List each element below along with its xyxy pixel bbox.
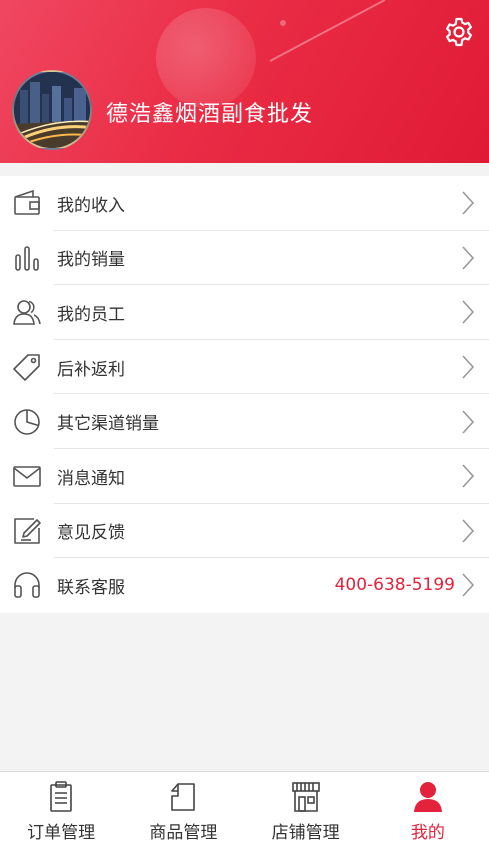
chevron-right-icon — [462, 410, 475, 434]
menu-item-feedback[interactable]: 意见反馈 — [0, 504, 489, 559]
pie-chart-icon — [14, 408, 40, 435]
header-decoration-circle — [156, 8, 256, 108]
city-night-avatar-image — [14, 72, 90, 148]
nav-label: 订单管理 — [27, 823, 96, 843]
menu-label: 联系客服 — [57, 577, 125, 598]
wallet-icon — [14, 190, 40, 216]
header-decoration-line — [269, 0, 386, 62]
avatar[interactable] — [12, 70, 92, 150]
menu-label: 我的销量 — [57, 250, 125, 271]
nav-label: 我的 — [410, 823, 445, 843]
user-icon — [413, 782, 442, 812]
headset-icon — [14, 572, 40, 599]
header-decoration-dot — [280, 20, 286, 26]
edit-icon — [14, 518, 41, 544]
nav-item-mine[interactable]: 我的 — [367, 772, 489, 846]
chevron-right-icon — [462, 464, 475, 488]
tag-icon — [13, 354, 40, 381]
nav-item-orders[interactable]: 订单管理 — [0, 772, 122, 846]
nav-item-store[interactable]: 店铺管理 — [245, 772, 367, 846]
menu-item-notifications[interactable]: 消息通知 — [0, 449, 489, 504]
chevron-right-icon — [462, 246, 475, 270]
nav-label: 店铺管理 — [271, 823, 340, 843]
menu-label: 我的员工 — [57, 304, 125, 325]
customer-service-phone[interactable]: 400-638-5199 — [335, 575, 455, 595]
menu-label: 其它渠道销量 — [57, 414, 159, 435]
profile-header: 德浩鑫烟酒副食批发 — [0, 0, 489, 163]
staff-icon — [13, 300, 41, 326]
profile-menu: 我的收入 我的销量 我的员工 后补返利 其它渠道销量 消息通知 意见反馈 联系客… — [0, 176, 489, 613]
menu-item-staff[interactable]: 我的员工 — [0, 285, 489, 340]
chevron-right-icon — [462, 300, 475, 325]
menu-label: 消息通知 — [57, 468, 125, 489]
nav-label: 商品管理 — [149, 823, 218, 843]
chevron-right-icon — [462, 573, 475, 597]
menu-label: 后补返利 — [57, 359, 125, 380]
chevron-right-icon — [462, 355, 475, 379]
product-icon — [171, 783, 196, 811]
menu-item-income[interactable]: 我的收入 — [0, 176, 489, 231]
chevron-right-icon — [462, 519, 475, 543]
chevron-right-icon — [462, 191, 475, 215]
menu-item-sales[interactable]: 我的销量 — [0, 231, 489, 286]
bar-chart-icon — [15, 246, 39, 271]
mail-icon — [13, 466, 41, 488]
store-icon — [291, 782, 320, 812]
gear-icon[interactable] — [443, 16, 475, 48]
menu-item-other-channel-sales[interactable]: 其它渠道销量 — [0, 394, 489, 449]
menu-label: 意见反馈 — [57, 523, 125, 544]
menu-label: 我的收入 — [57, 195, 125, 216]
bottom-nav: 订单管理 商品管理 店铺管理 我的 — [0, 771, 489, 846]
shop-name: 德浩鑫烟酒副食批发 — [106, 102, 314, 127]
clipboard-icon — [50, 781, 72, 812]
nav-item-products[interactable]: 商品管理 — [122, 772, 244, 846]
menu-item-customer-service[interactable]: 联系客服 400-638-5199 — [0, 558, 489, 613]
menu-item-rebate[interactable]: 后补返利 — [0, 340, 489, 395]
